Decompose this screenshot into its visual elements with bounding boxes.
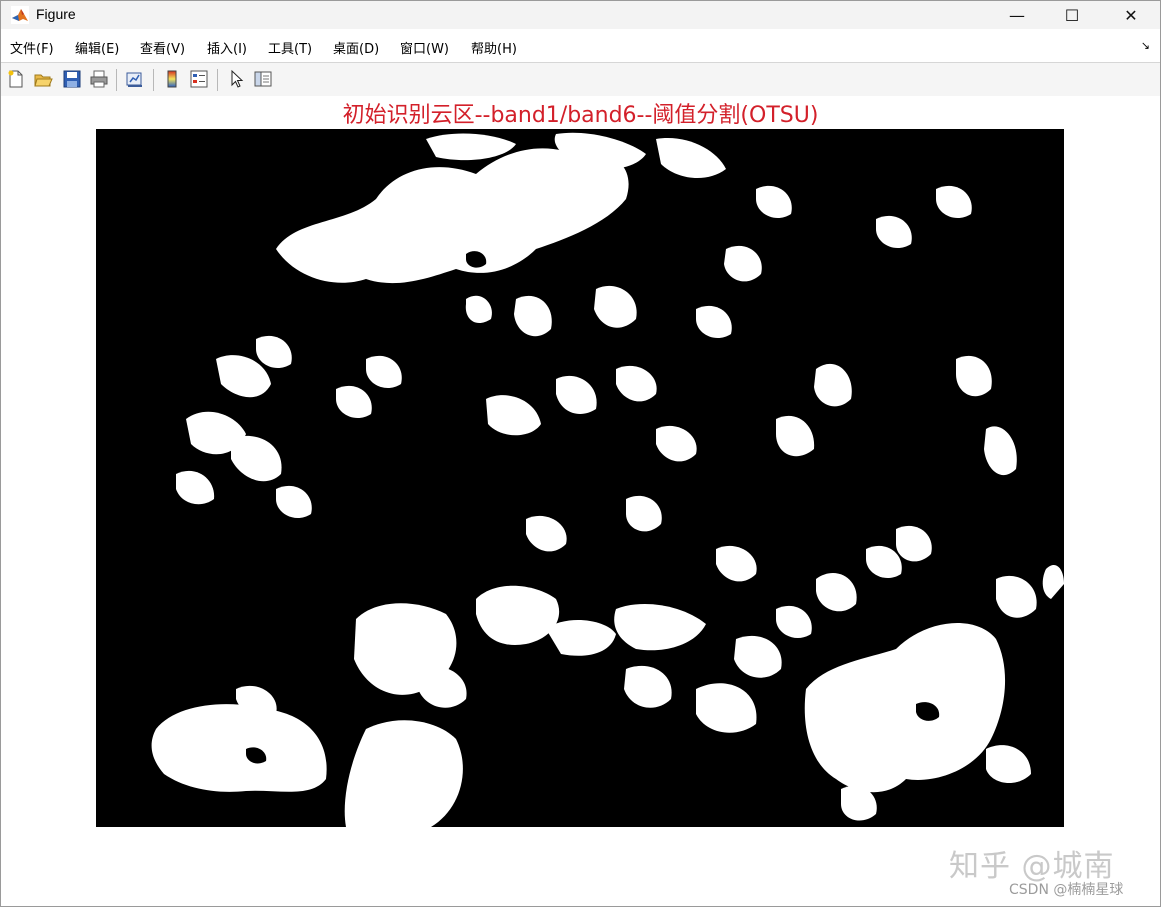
dock-arrow-icon[interactable]: ↘ xyxy=(1141,39,1150,52)
new-figure-icon[interactable] xyxy=(6,69,26,89)
toolbar-separator xyxy=(217,69,218,91)
minimize-button[interactable]: — xyxy=(994,1,1040,29)
colorbar-icon[interactable] xyxy=(162,69,182,89)
window-title: Figure xyxy=(36,6,76,22)
save-icon[interactable] xyxy=(62,69,82,89)
close-icon: ✕ xyxy=(1124,6,1137,25)
legend-icon[interactable] xyxy=(189,69,209,89)
property-inspector-icon[interactable] xyxy=(253,69,273,89)
minimize-icon: — xyxy=(1009,6,1025,25)
figure-window: Figure — ☐ ✕ 文件(F) 编辑(E) 查看(V) 插入(I) 工具(… xyxy=(0,0,1161,907)
menu-edit[interactable]: 编辑(E) xyxy=(75,38,119,57)
menu-tools[interactable]: 工具(T) xyxy=(268,38,312,57)
toolbar-separator xyxy=(116,69,117,91)
menu-desktop[interactable]: 桌面(D) xyxy=(333,38,379,57)
menu-window[interactable]: 窗口(W) xyxy=(400,38,449,57)
menu-view[interactable]: 查看(V) xyxy=(140,38,185,57)
link-plot-icon[interactable] xyxy=(125,69,145,89)
print-icon[interactable] xyxy=(89,69,109,89)
pointer-icon[interactable] xyxy=(227,69,247,89)
menu-bar: 文件(F) 编辑(E) 查看(V) 插入(I) 工具(T) 桌面(D) 窗口(W… xyxy=(1,33,1160,61)
matlab-logo-icon xyxy=(11,6,29,24)
figure-canvas: 初始识别云区--band1/band6--阈值分割(OTSU) xyxy=(1,96,1160,906)
title-bar[interactable]: Figure — ☐ ✕ xyxy=(1,1,1160,29)
menu-insert[interactable]: 插入(I) xyxy=(207,38,247,57)
maximize-button[interactable]: ☐ xyxy=(1049,1,1095,29)
toolbar-separator xyxy=(153,69,154,91)
cloud-mask-image xyxy=(96,129,1064,827)
figure-title: 初始识别云区--band1/band6--阈值分割(OTSU) xyxy=(1,97,1160,129)
menu-file[interactable]: 文件(F) xyxy=(10,38,54,57)
close-button[interactable]: ✕ xyxy=(1108,1,1154,29)
maximize-icon: ☐ xyxy=(1065,6,1079,25)
figure-toolbar xyxy=(1,62,1160,97)
watermark-csdn: CSDN @楠楠星球 xyxy=(1009,879,1123,899)
open-file-icon[interactable] xyxy=(33,69,53,89)
menu-help[interactable]: 帮助(H) xyxy=(471,38,517,57)
